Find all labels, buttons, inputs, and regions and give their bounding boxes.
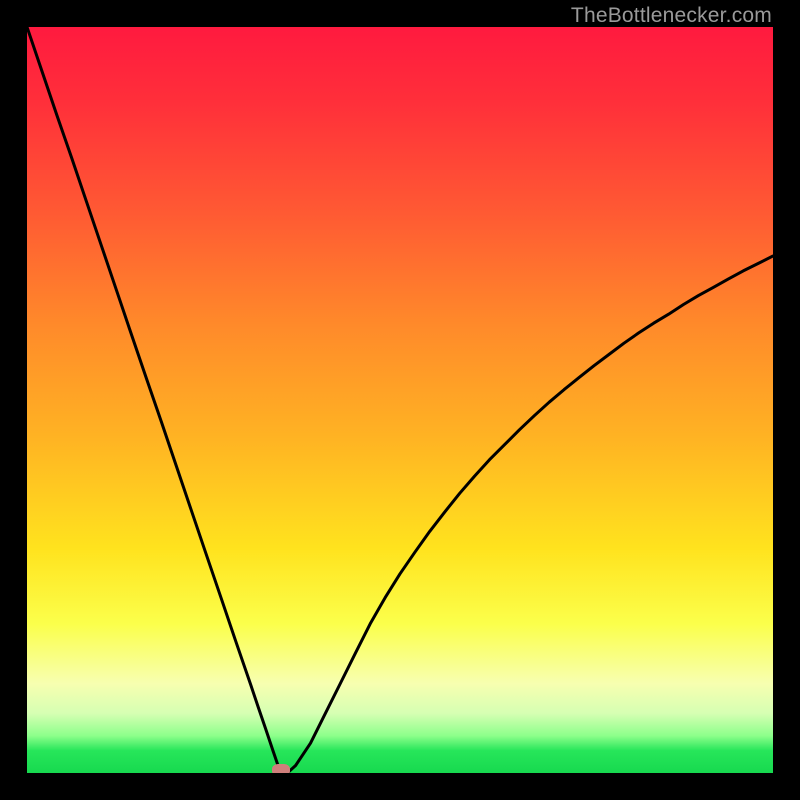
minimum-point-marker <box>272 764 290 773</box>
plot-area <box>27 27 773 773</box>
chart-frame: TheBottlenecker.com <box>0 0 800 800</box>
watermark-text: TheBottlenecker.com <box>571 4 772 28</box>
bottleneck-curve <box>27 27 773 773</box>
